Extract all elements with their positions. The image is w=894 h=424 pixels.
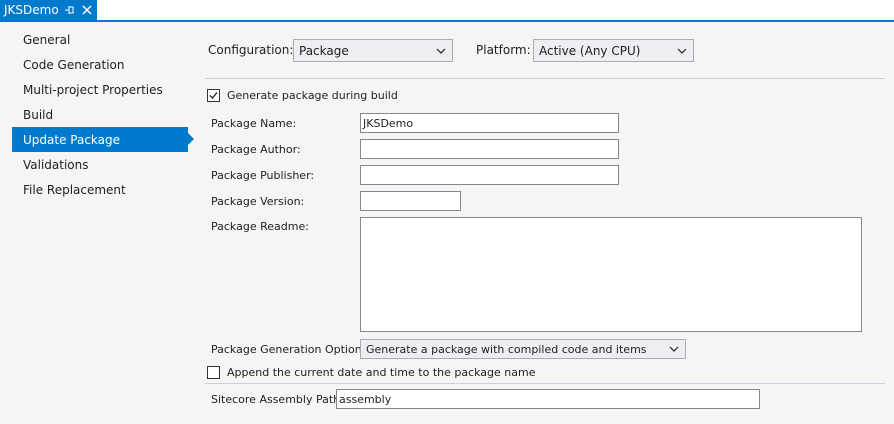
configuration-value: Package	[299, 43, 349, 58]
package-author-label: Package Author:	[211, 143, 301, 156]
package-generation-options-value: Generate a package with compiled code an…	[366, 342, 647, 356]
append-date-label: Append the current date and time to the …	[227, 366, 536, 379]
configuration-dropdown[interactable]: Package	[293, 39, 453, 62]
nav-item-update-package[interactable]: Update Package	[12, 127, 194, 152]
nav-item-validations[interactable]: Validations	[12, 152, 188, 177]
nav-item-file-replacement[interactable]: File Replacement	[12, 177, 188, 202]
chevron-down-icon	[677, 48, 687, 54]
section-divider	[205, 78, 885, 79]
append-date-checkbox[interactable]	[207, 366, 220, 379]
nav-item-label: Multi-project Properties	[23, 82, 163, 97]
properties-panel: General Code Generation Multi-project Pr…	[0, 22, 894, 424]
nav-item-build[interactable]: Build	[12, 102, 188, 127]
nav-item-multi-project-properties[interactable]: Multi-project Properties	[12, 77, 188, 102]
sitecore-assembly-path-value: assembly	[339, 392, 392, 406]
nav-item-label: Build	[23, 107, 54, 122]
sitecore-assembly-path-input[interactable]: assembly	[336, 389, 760, 409]
configuration-label: Configuration:	[208, 43, 294, 57]
chevron-down-icon	[669, 346, 679, 352]
sitecore-assembly-path-label: Sitecore Assembly Path:	[211, 393, 344, 406]
nav-item-label: General	[23, 32, 71, 47]
package-generation-options-label: Package Generation Options:	[211, 343, 372, 356]
package-version-input[interactable]	[360, 191, 461, 211]
nav-item-label: Validations	[23, 157, 89, 172]
nav-item-code-generation[interactable]: Code Generation	[12, 52, 188, 77]
section-divider	[205, 383, 885, 384]
package-readme-label: Package Readme:	[211, 220, 309, 233]
document-tab-strip: JKSDemo	[0, 0, 894, 22]
package-publisher-label: Package Publisher:	[211, 169, 315, 182]
document-tab-title: JKSDemo	[4, 3, 59, 17]
nav-item-label: Update Package	[23, 132, 121, 147]
package-publisher-input[interactable]	[360, 165, 619, 185]
platform-dropdown[interactable]: Active (Any CPU)	[533, 39, 694, 62]
document-tab[interactable]: JKSDemo	[0, 0, 97, 20]
platform-value: Active (Any CPU)	[539, 43, 641, 58]
nav-item-general[interactable]: General	[12, 27, 188, 52]
package-readme-textarea[interactable]	[360, 217, 862, 332]
package-author-input[interactable]	[360, 139, 619, 159]
platform-label: Platform:	[476, 43, 531, 57]
nav-item-label: File Replacement	[23, 182, 126, 197]
package-name-input[interactable]: JKSDemo	[360, 113, 619, 133]
generate-package-label: Generate package during build	[227, 89, 398, 102]
chevron-down-icon	[436, 48, 446, 54]
pin-icon[interactable]	[63, 3, 75, 17]
package-generation-options-dropdown[interactable]: Generate a package with compiled code an…	[360, 339, 686, 359]
checkmark-icon	[209, 92, 218, 99]
package-name-value: JKSDemo	[363, 116, 414, 130]
package-name-label: Package Name:	[211, 117, 297, 130]
package-version-label: Package Version:	[211, 195, 305, 208]
generate-package-checkbox[interactable]	[207, 89, 220, 102]
close-icon[interactable]	[81, 4, 93, 16]
nav-item-label: Code Generation	[23, 57, 125, 72]
